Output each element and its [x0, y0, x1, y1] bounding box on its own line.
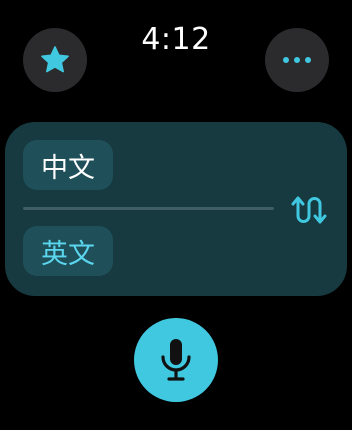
swap-arrows-icon [291, 196, 327, 224]
source-language-button[interactable]: 中文 [23, 140, 113, 190]
target-language-button[interactable]: 英文 [23, 226, 113, 276]
star-icon [41, 46, 69, 73]
ellipsis-icon [283, 57, 311, 63]
language-divider [23, 207, 274, 210]
language-pair-card: 中文 英文 [5, 122, 347, 296]
microphone-icon [161, 339, 191, 381]
favorites-button[interactable] [23, 28, 87, 92]
swap-languages-button[interactable] [285, 186, 333, 234]
more-button[interactable] [265, 28, 329, 92]
microphone-button[interactable] [134, 318, 218, 402]
